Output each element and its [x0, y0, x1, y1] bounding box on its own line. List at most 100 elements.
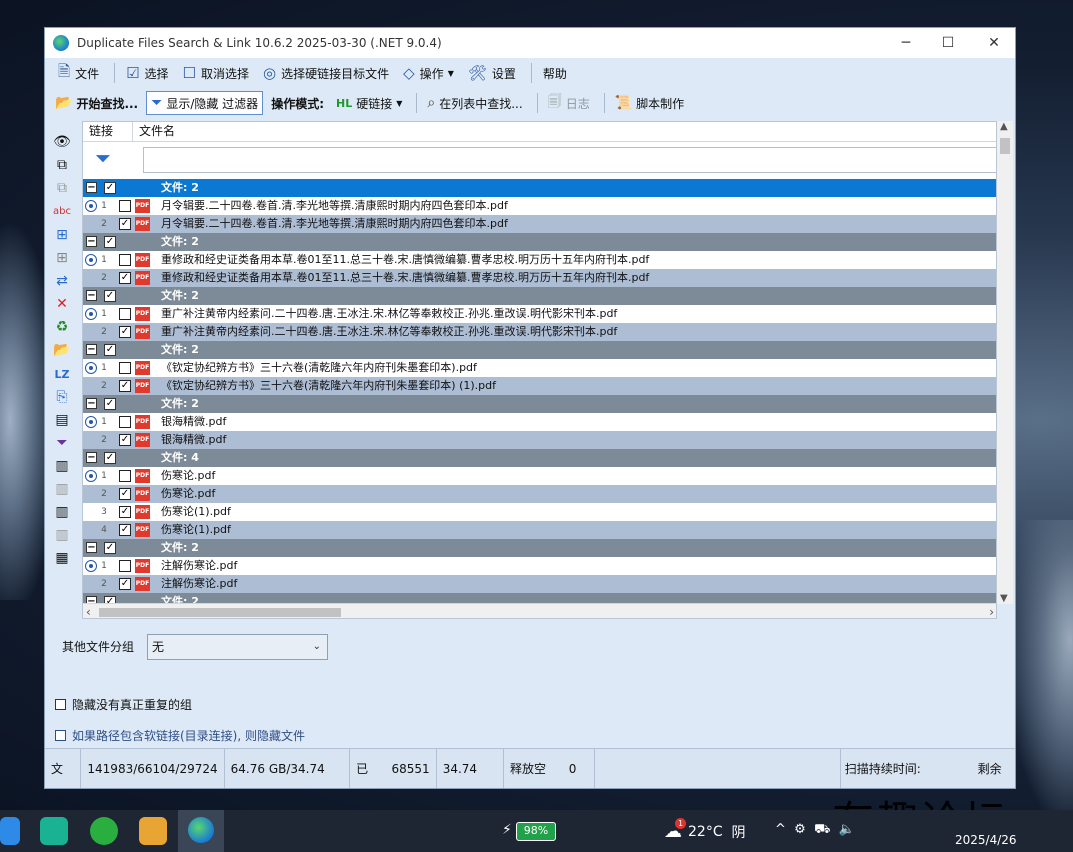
hide-symlink-option[interactable]: 如果路径包含软链接(目录连接), 则隐藏文件: [55, 727, 305, 744]
battery-indicator[interactable]: 98%: [516, 822, 556, 841]
file-checkbox[interactable]: [119, 560, 131, 572]
file-checkbox[interactable]: ✓: [119, 272, 131, 284]
vertical-scrollbar[interactable]: ▲ ▼: [997, 121, 1013, 604]
file-row[interactable]: 1 PDF 银海精微.pdf: [83, 413, 996, 431]
file-checkbox[interactable]: ✓: [119, 218, 131, 230]
scroll-right-icon[interactable]: ›: [989, 604, 994, 618]
add-copy-icon[interactable]: ⧉: [53, 157, 71, 173]
column-gray2-icon[interactable]: ▥: [53, 527, 71, 543]
hide-not-dup-option[interactable]: 隐藏没有真正重复的组: [55, 696, 192, 713]
menu-help[interactable]: 帮助: [538, 61, 572, 85]
chevron-up-icon[interactable]: ^: [775, 822, 786, 837]
toggle-filter-button[interactable]: ⏷ 显示/隐藏 过滤器: [146, 91, 264, 115]
volume-icon[interactable]: 🔈: [839, 822, 855, 837]
swap-icon[interactable]: ⇄: [53, 273, 71, 289]
file-checkbox[interactable]: ✓: [119, 434, 131, 446]
file-checkbox[interactable]: [119, 200, 131, 212]
file-row[interactable]: 2 ✓ PDF 《钦定协纪辨方书》三十六卷(清乾隆六年内府刊朱墨套印本) (1).pd…: [83, 377, 996, 395]
file-row[interactable]: 2 ✓ PDF 重广补注黄帝内经素问.二十四卷.唐.王冰注.宋.林亿等奉敕校正.孙兆.…: [83, 323, 996, 341]
copy-icon[interactable]: ⧉: [53, 180, 71, 196]
link-target-radio[interactable]: [85, 416, 97, 428]
column-header-link[interactable]: 链接: [83, 122, 133, 141]
link-target-radio[interactable]: [85, 254, 97, 266]
unlink-nodes-icon[interactable]: ⊞: [53, 250, 71, 266]
group-row[interactable]: − ✓ 文件: 2: [83, 395, 996, 413]
recycle-icon[interactable]: ♻: [53, 319, 71, 335]
menu-select[interactable]: ☑ 选择: [121, 61, 173, 85]
collapse-icon[interactable]: −: [86, 542, 97, 553]
group-checkbox[interactable]: ✓: [104, 452, 116, 464]
column-left-icon[interactable]: ▥: [53, 458, 71, 474]
collapse-icon[interactable]: −: [86, 236, 97, 247]
file-row[interactable]: 1 PDF 月令辑要.二十四卷.卷首.清.李光地等撰.清康熙时期内府四色套印本.pd…: [83, 197, 996, 215]
menu-settings[interactable]: 🛠 设置: [463, 61, 521, 85]
link-target-radio[interactable]: [85, 362, 97, 374]
group-checkbox[interactable]: ✓: [104, 344, 116, 356]
hide-not-dup-checkbox[interactable]: [55, 699, 66, 710]
column-gray-icon[interactable]: ▥: [53, 481, 71, 497]
column-header-filename[interactable]: 文件名: [133, 122, 996, 141]
start-search-button[interactable]: 📂 开始查找...: [51, 91, 142, 115]
move-folder-icon[interactable]: 📂: [53, 342, 71, 358]
file-row[interactable]: 2 ✓ PDF 伤寒论.pdf: [83, 485, 996, 503]
file-checkbox[interactable]: [119, 416, 131, 428]
file-row[interactable]: 1 PDF 《钦定协纪辨方书》三十六卷(清乾隆六年内府刊朱墨套印本).pdf: [83, 359, 996, 377]
file-row[interactable]: 2 ✓ PDF 月令辑要.二十四卷.卷首.清.李光地等撰.清康熙时期内府四色套印本.p…: [83, 215, 996, 233]
script-button[interactable]: 📜 脚本制作: [611, 91, 688, 115]
collapse-icon[interactable]: −: [86, 182, 97, 193]
duplicate-files-taskbar-item[interactable]: [178, 810, 224, 852]
group-row[interactable]: − ✓ 文件: 2: [83, 179, 996, 197]
bird-app-icon[interactable]: [0, 817, 20, 845]
file-checkbox[interactable]: ✓: [119, 488, 131, 500]
link-target-radio[interactable]: [85, 470, 97, 482]
group-row[interactable]: − ✓ 文件: 2: [83, 593, 996, 603]
file-manager-icon[interactable]: [139, 817, 167, 845]
tray-bus-icon[interactable]: ⛟: [814, 822, 830, 837]
group-checkbox[interactable]: ✓: [104, 290, 116, 302]
tray-app-icon[interactable]: ⚙: [794, 822, 806, 837]
copy-dropdown-icon[interactable]: ⎘: [53, 389, 71, 405]
link-target-radio[interactable]: [85, 560, 97, 572]
log-button[interactable]: 🗐 日志: [544, 91, 594, 115]
weather-widget[interactable]: ☁ 1 22°C 阴: [664, 818, 746, 842]
group-row[interactable]: − ✓ 文件: 2: [83, 287, 996, 305]
link-target-radio[interactable]: [85, 308, 97, 320]
file-row[interactable]: 2 ✓ PDF 注解伤寒论.pdf: [83, 575, 996, 593]
group-row[interactable]: − ✓ 文件: 4: [83, 449, 996, 467]
file-checkbox[interactable]: ✓: [119, 326, 131, 338]
file-checkbox[interactable]: ✓: [119, 524, 131, 536]
scroll-thumb[interactable]: [99, 608, 341, 617]
wechat-icon[interactable]: [90, 817, 118, 845]
group-checkbox[interactable]: ✓: [104, 398, 116, 410]
mode-dropdown[interactable]: HL 硬链接 ▼: [332, 91, 406, 115]
file-checkbox[interactable]: [119, 470, 131, 482]
collapse-icon[interactable]: −: [86, 290, 97, 301]
collapse-icon[interactable]: −: [86, 344, 97, 355]
horizontal-scrollbar[interactable]: ‹ ›: [83, 603, 996, 618]
file-checkbox[interactable]: [119, 254, 131, 266]
file-row[interactable]: 1 PDF 重修政和经史证类备用本草.卷01至11.总三十卷.宋.唐慎微编纂.曹孝忠…: [83, 251, 996, 269]
file-row[interactable]: 1 PDF 重广补注黄帝内经素问.二十四卷.唐.王冰注.宋.林亿等奉敕校正.孙兆.重…: [83, 305, 996, 323]
collapse-icon[interactable]: −: [86, 596, 97, 603]
find-in-list-button[interactable]: ⌕ 在列表中查找...: [423, 91, 526, 115]
file-checkbox[interactable]: [119, 362, 131, 374]
menu-select-target[interactable]: ◎ 选择硬链接目标文件: [258, 61, 394, 85]
file-checkbox[interactable]: ✓: [119, 578, 131, 590]
menu-deselect[interactable]: ☐ 取消选择: [178, 61, 254, 85]
scroll-down-icon[interactable]: ▼: [1000, 593, 1008, 604]
file-row[interactable]: 2 ✓ PDF 银海精微.pdf: [83, 431, 996, 449]
column-icon[interactable]: ▤: [53, 412, 71, 428]
file-row[interactable]: 1 PDF 注解伤寒论.pdf: [83, 557, 996, 575]
group-row[interactable]: − ✓ 文件: 2: [83, 233, 996, 251]
lz-icon[interactable]: LZ: [53, 367, 71, 383]
filename-filter-input[interactable]: [143, 147, 996, 173]
scroll-left-icon[interactable]: ‹: [86, 604, 91, 618]
scroll-up-icon[interactable]: ▲: [1000, 121, 1008, 132]
delete-icon[interactable]: ✕: [53, 296, 71, 312]
filter-column-icon[interactable]: ⏷: [53, 435, 71, 451]
collapse-icon[interactable]: −: [86, 398, 97, 409]
minimize-button[interactable]: ─: [883, 28, 929, 58]
file-row[interactable]: 1 PDF 伤寒论.pdf: [83, 467, 996, 485]
qr-icon[interactable]: ▦: [53, 550, 71, 566]
maximize-button[interactable]: ☐: [925, 28, 971, 58]
